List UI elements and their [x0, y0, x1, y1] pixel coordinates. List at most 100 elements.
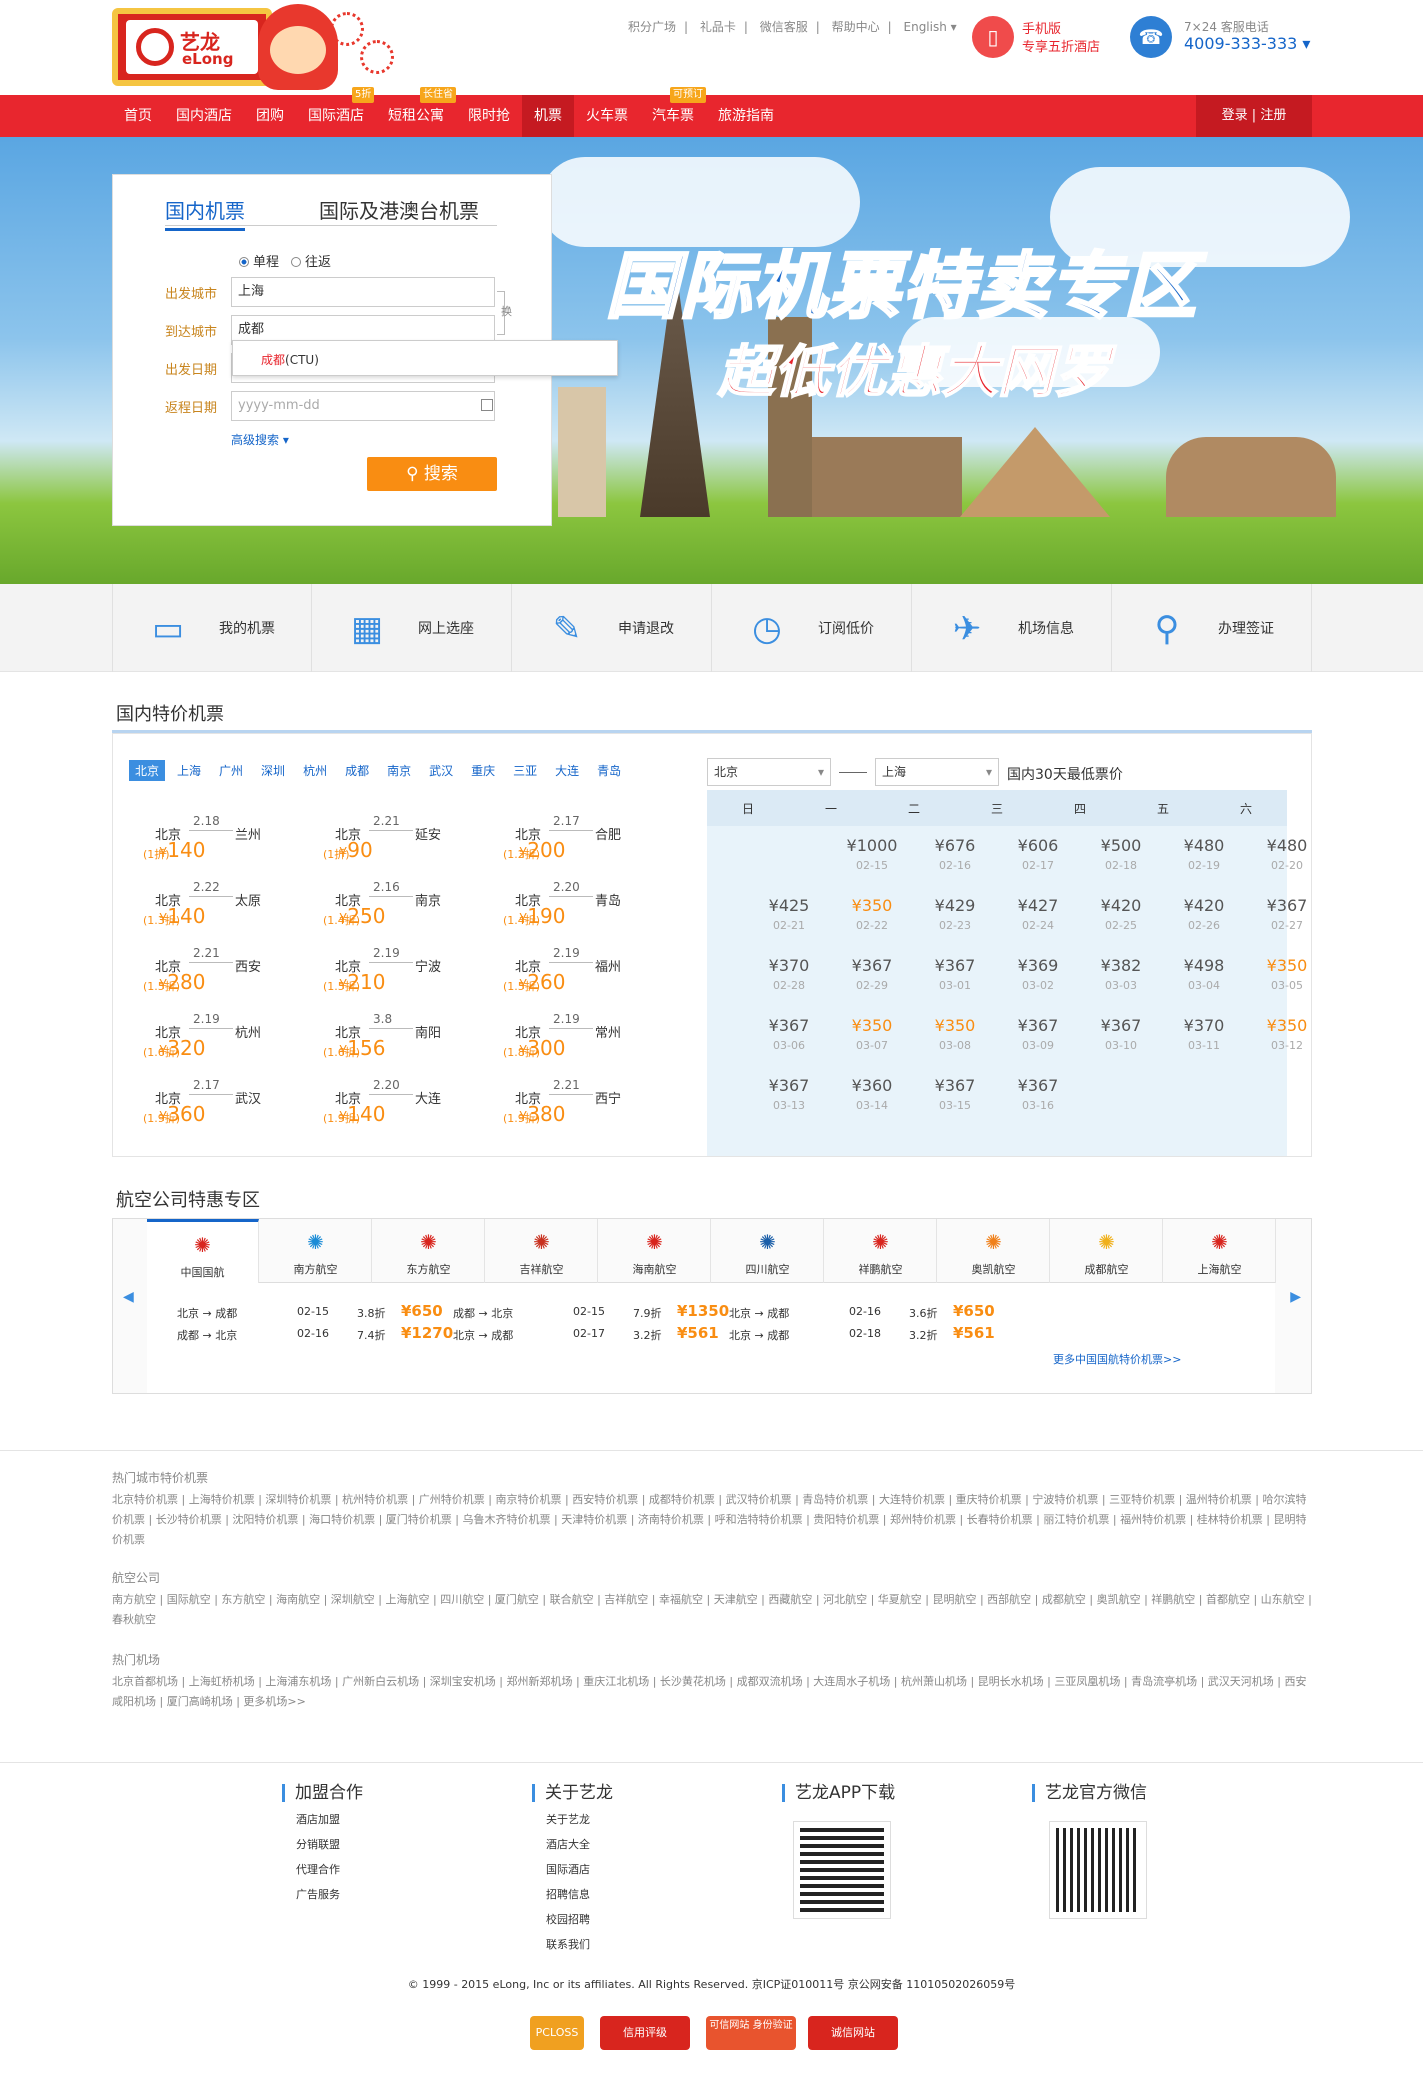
city-tab[interactable]: 武汉	[423, 760, 459, 781]
calendar-day[interactable]: ¥429 02-23	[873, 886, 976, 946]
calendar-day[interactable]: ¥367 03-06	[707, 1006, 810, 1066]
cal-to-select[interactable]: 上海	[875, 758, 999, 786]
more-airline-deals-link[interactable]: 更多中国国航特价机票>>	[1053, 1351, 1181, 1367]
calendar-day[interactable]: ¥420 02-25	[1039, 886, 1142, 946]
calendar-day[interactable]: ¥367 02-29	[790, 946, 893, 1006]
airline-link-list[interactable]: 南方航空 | 国际航空 | 东方航空 | 海南航空 | 深圳航空 | 上海航空 …	[112, 1590, 1312, 1630]
nav-flash-sale[interactable]: 限时抢	[468, 95, 510, 137]
calendar-day[interactable]: ¥367 03-09	[956, 1006, 1059, 1066]
footer-link[interactable]: 酒店大全	[546, 1836, 613, 1852]
city-tab[interactable]: 三亚	[507, 760, 543, 781]
footer-link[interactable]: 联系我们	[546, 1936, 613, 1952]
search-button[interactable]: ⚲ 搜索	[367, 457, 497, 491]
city-tab[interactable]: 深圳	[255, 760, 291, 781]
deal-item[interactable]: 北京 2.21 延安 ¥90 (1折)	[323, 814, 493, 868]
hotline-number[interactable]: 4009-333-333 ▾	[1184, 34, 1310, 53]
footer-link[interactable]: 国际酒店	[546, 1861, 613, 1877]
calendar-day[interactable]: ¥369 03-02	[956, 946, 1059, 1006]
calendar-day[interactable]: ¥427 02-24	[956, 886, 1059, 946]
deal-item[interactable]: 北京 2.16 南京 ¥250 (1.4折)	[323, 880, 493, 934]
airline-tab[interactable]: ✺ 吉祥航空	[486, 1219, 598, 1283]
city-tab[interactable]: 北京	[129, 760, 166, 781]
airline-flight[interactable]: 北京 → 成都 02-16 3.6折 ¥650	[729, 1302, 1069, 1325]
nav-flights[interactable]: 机票	[522, 95, 574, 137]
airline-tab[interactable]: ✺ 中国国航	[147, 1219, 259, 1284]
city-tab[interactable]: 大连	[549, 760, 585, 781]
badge-trusted-site[interactable]: 可信网站 身份验证	[706, 2016, 796, 2050]
airline-tab[interactable]: ✺ 东方航空	[373, 1219, 485, 1283]
nav-domestic-hotel[interactable]: 国内酒店	[176, 95, 232, 137]
deal-item[interactable]: 北京 2.18 兰州 ¥140 (1折)	[143, 814, 313, 868]
calendar-icon[interactable]	[481, 399, 493, 411]
footer-link[interactable]: 校园招聘	[546, 1911, 613, 1927]
mobile-icon[interactable]: ▯	[972, 16, 1014, 58]
calendar-day[interactable]: ¥367 03-10	[1039, 1006, 1142, 1066]
calendar-day[interactable]: ¥367 02-27	[1205, 886, 1308, 946]
link-giftcard[interactable]: 礼品卡	[700, 20, 736, 34]
link-points[interactable]: 积分广场	[628, 20, 676, 34]
mobile-subtitle[interactable]: 专享五折酒店	[1022, 36, 1100, 55]
city-tab[interactable]: 南京	[381, 760, 417, 781]
elong-logo[interactable]: 艺龙 eLong	[112, 8, 272, 86]
airline-tab[interactable]: ✺ 成都航空	[1051, 1219, 1163, 1283]
deal-item[interactable]: 北京 2.20 大连 ¥140 (1.9折)	[323, 1078, 493, 1132]
calendar-day[interactable]: ¥498 03-04	[1122, 946, 1225, 1006]
deal-item[interactable]: 北京 2.19 福州 ¥260 (1.5折)	[503, 946, 673, 1000]
deal-item[interactable]: 北京 2.17 合肥 ¥200 (1.2折)	[503, 814, 673, 868]
badge-pcloss[interactable]: PCLOSS	[530, 2016, 584, 2050]
calendar-day[interactable]: ¥370 02-28	[707, 946, 810, 1006]
calendar-day[interactable]: ¥360 03-14	[790, 1066, 893, 1126]
calendar-day[interactable]: ¥420 02-26	[1122, 886, 1225, 946]
quick-seat-select[interactable]: ▦ 网上选座	[312, 584, 512, 672]
quick-my-tickets[interactable]: ▭ 我的机票	[112, 584, 312, 672]
airline-tab[interactable]: ✺ 祥鹏航空	[825, 1219, 937, 1283]
airline-tab[interactable]: ✺ 海南航空	[599, 1219, 711, 1283]
footer-link[interactable]: 招聘信息	[546, 1886, 613, 1902]
deal-item[interactable]: 北京 2.17 武汉 ¥360 (1.9折)	[143, 1078, 313, 1132]
advanced-search-link[interactable]: 高级搜索 ▾	[231, 431, 289, 448]
prev-arrow-icon[interactable]: ◀	[123, 1289, 134, 1305]
next-arrow-icon[interactable]: ▶	[1290, 1289, 1301, 1305]
return-date-input[interactable]: yyyy-mm-dd	[231, 391, 495, 421]
city-tab[interactable]: 杭州	[297, 760, 333, 781]
deal-item[interactable]: 北京 2.19 宁波 ¥210 (1.5折)	[323, 946, 493, 1000]
calendar-day[interactable]: ¥370 03-11	[1122, 1006, 1225, 1066]
calendar-day[interactable]: ¥350 02-22	[790, 886, 893, 946]
swap-button[interactable]: 换	[501, 303, 512, 319]
airline-tab[interactable]: ✺ 上海航空	[1164, 1219, 1276, 1283]
deal-item[interactable]: 北京 2.20 青岛 ¥190 (1.4折)	[503, 880, 673, 934]
radio-oneway[interactable]: 单程	[239, 251, 279, 270]
airline-tab[interactable]: ✺ 四川航空	[712, 1219, 824, 1283]
nav-group-buy[interactable]: 团购	[256, 95, 284, 137]
city-tab[interactable]: 广州	[213, 760, 249, 781]
footer-link[interactable]: 分销联盟	[296, 1836, 363, 1852]
footer-link[interactable]: 酒店加盟	[296, 1811, 363, 1827]
airport-link-list[interactable]: 北京首都机场 | 上海虹桥机场 | 上海浦东机场 | 广州新白云机场 | 深圳宝…	[112, 1672, 1312, 1712]
deal-item[interactable]: 北京 2.19 常州 ¥300 (1.8折)	[503, 1012, 673, 1066]
quick-subscribe-low-price[interactable]: ◷ 订阅低价	[712, 584, 912, 672]
calendar-day[interactable]: ¥606 02-17	[956, 826, 1059, 886]
airline-tab[interactable]: ✺ 南方航空	[260, 1219, 372, 1283]
deal-item[interactable]: 北京 2.22 太原 ¥140 (1.3折)	[143, 880, 313, 934]
calendar-day[interactable]: ¥676 02-16	[873, 826, 976, 886]
footer-link[interactable]: 代理合作	[296, 1861, 363, 1877]
calendar-day[interactable]: ¥350 03-05	[1205, 946, 1308, 1006]
radio-roundtrip[interactable]: 往返	[291, 251, 331, 270]
nav-home[interactable]: 首页	[124, 95, 152, 137]
city-tab[interactable]: 成都	[339, 760, 375, 781]
deal-item[interactable]: 北京 2.21 西宁 ¥380 (1.9折)	[503, 1078, 673, 1132]
calendar-day[interactable]: ¥480 02-19	[1122, 826, 1225, 886]
nav-travel-guide[interactable]: 旅游指南	[718, 95, 774, 137]
link-help[interactable]: 帮助中心	[832, 20, 880, 34]
nav-train[interactable]: 火车票	[586, 95, 628, 137]
link-wechat-service[interactable]: 微信客服	[760, 20, 808, 34]
calendar-day[interactable]: ¥367 03-13	[707, 1066, 810, 1126]
mobile-title[interactable]: 手机版	[1022, 18, 1061, 37]
calendar-day[interactable]: ¥500 02-18	[1039, 826, 1142, 886]
calendar-day[interactable]: ¥350 03-08	[873, 1006, 976, 1066]
from-city-input[interactable]: 上海	[231, 277, 495, 307]
deal-item[interactable]: 北京 2.21 西安 ¥280 (1.5折)	[143, 946, 313, 1000]
deal-item[interactable]: 北京 2.19 杭州 ¥320 (1.6折)	[143, 1012, 313, 1066]
calendar-day[interactable]: ¥382 03-03	[1039, 946, 1142, 1006]
city-tab[interactable]: 青岛	[591, 760, 627, 781]
